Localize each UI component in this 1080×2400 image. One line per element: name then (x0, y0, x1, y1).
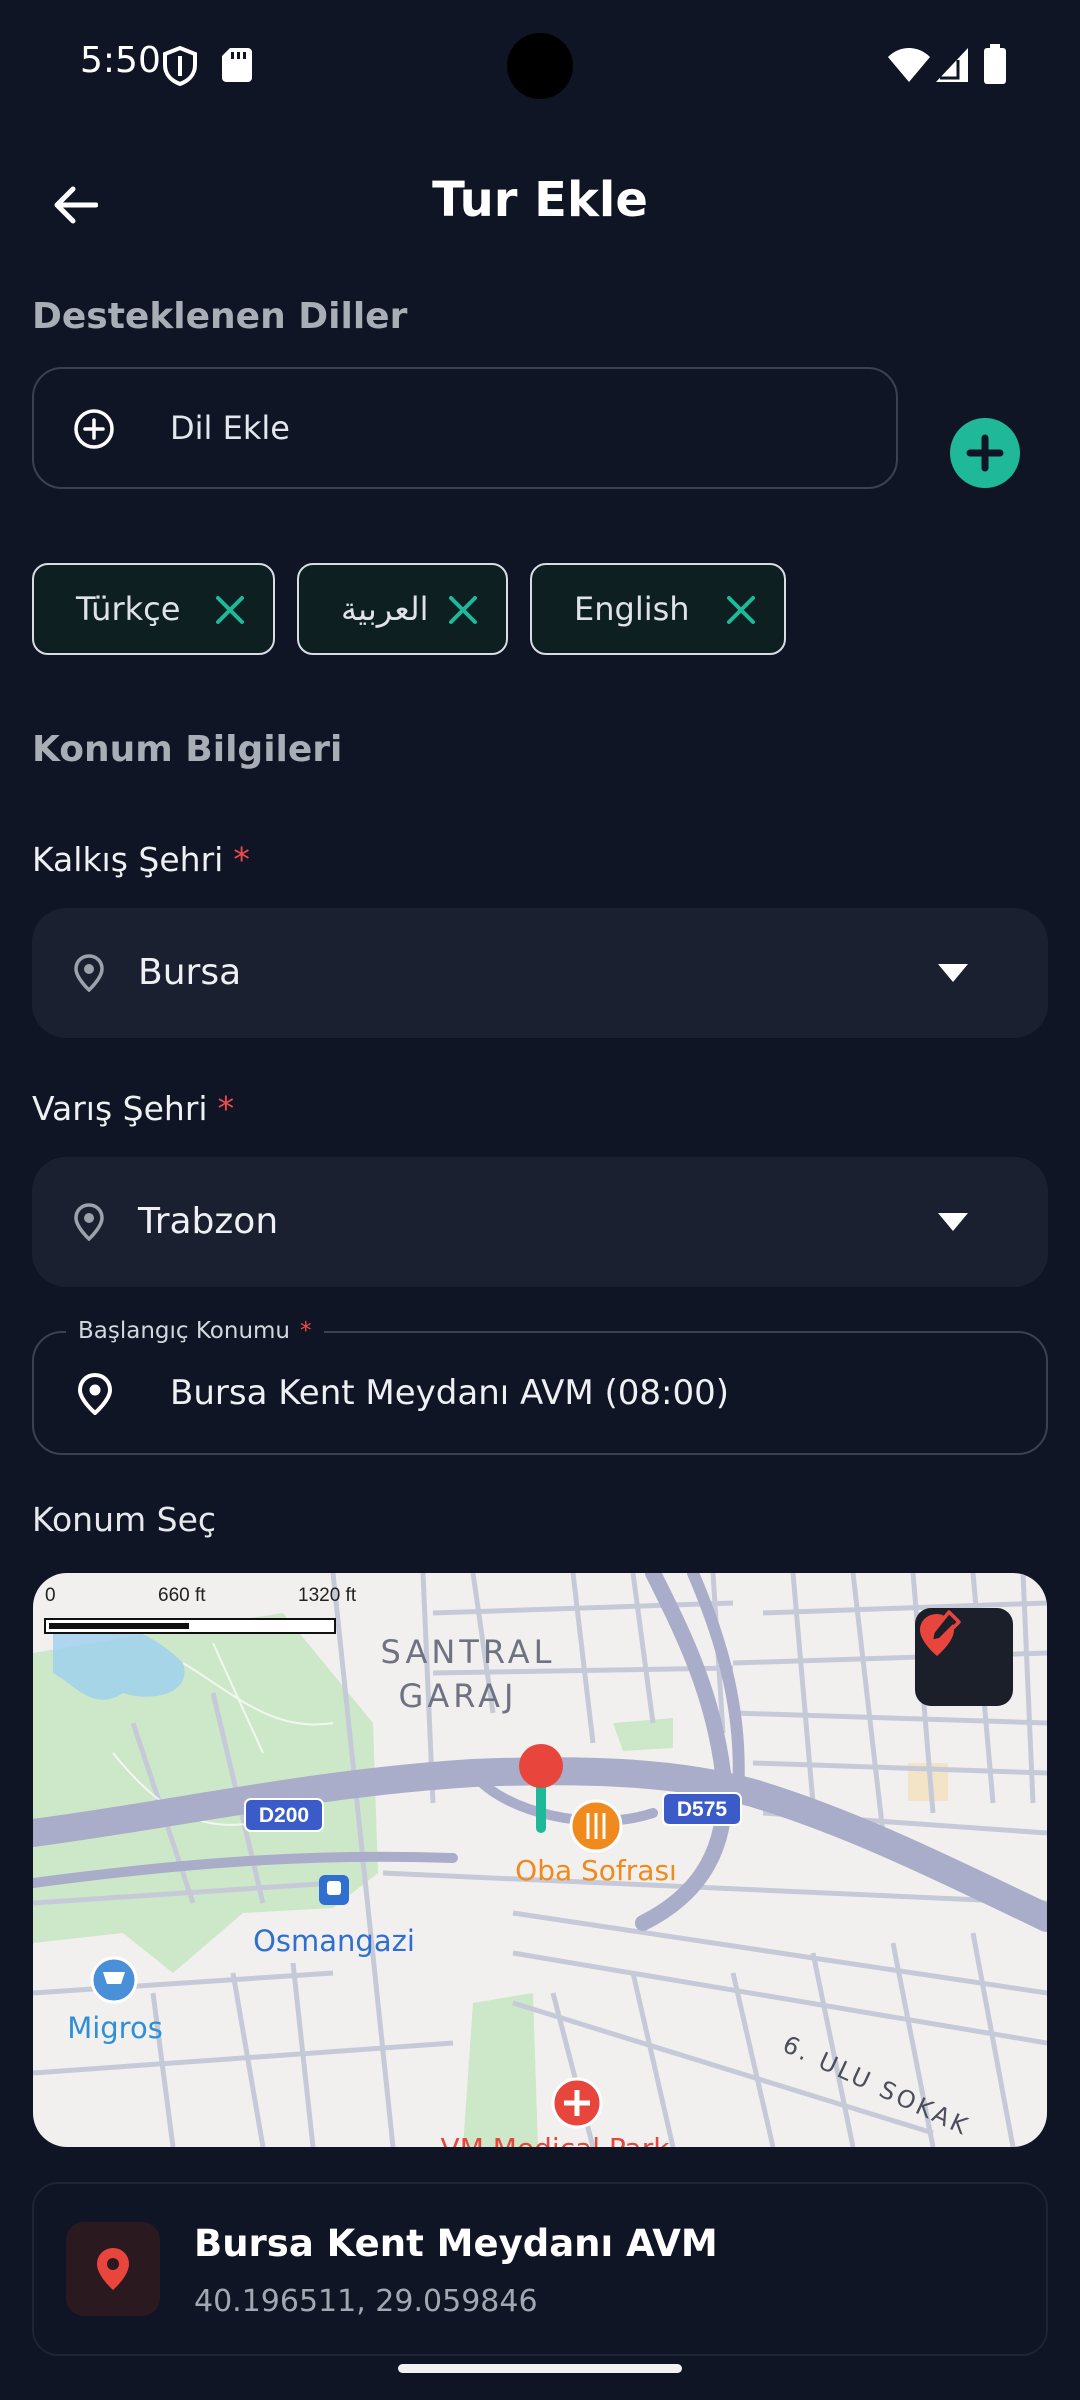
caret-down-icon (938, 1213, 968, 1231)
add-language-button[interactable] (950, 418, 1020, 488)
location-pin-icon (74, 954, 104, 992)
edit-location-icon (920, 1610, 961, 1656)
map-scale-bar: 0 660 ft 1320 ft (44, 1585, 357, 1634)
language-chip-arabic[interactable]: العربية (297, 563, 508, 655)
close-icon[interactable] (726, 595, 756, 625)
map-label-garaj: GARAJ (399, 1677, 518, 1715)
language-chip-label: English (574, 590, 690, 628)
page-title: Tur Ekle (432, 172, 648, 228)
map-road-shield-label: D200 (259, 1804, 309, 1827)
map-label-street: 6. ULU SOKAK (778, 2030, 974, 2141)
map-road-shield-d200: D200 (244, 1798, 324, 1832)
map-label-restaurant: Oba Sofrası (515, 1854, 677, 1887)
language-input[interactable]: Dil Ekle (32, 367, 898, 489)
start-location-label: Başlangıç Konumu * (66, 1318, 324, 1344)
train-station-icon (319, 1875, 349, 1905)
location-map[interactable]: D200 D575 SANTRAL GARAJ Osmangazi Migros (33, 1573, 1047, 2147)
arrival-city-label: Varış Şehri * (32, 1089, 234, 1128)
camera-cutout (507, 33, 573, 99)
location-pin-icon (97, 2248, 129, 2290)
map-scale-label: 0 (45, 1585, 56, 1606)
arrival-city-dropdown[interactable]: Trabzon (32, 1157, 1048, 1287)
map-label-hospital: VM Medical Park (441, 2132, 671, 2147)
home-indicator[interactable] (398, 2364, 682, 2373)
map-scale-label: 1320 ft (298, 1585, 357, 1606)
caret-down-icon (938, 964, 968, 982)
shield-icon (163, 46, 197, 86)
departure-city-label: Kalkış Şehri * (32, 840, 250, 879)
location-pin-icon (78, 1373, 112, 1415)
wifi-icon (888, 48, 930, 82)
add-circle-icon (74, 409, 114, 449)
map-label-migros: Migros (67, 2011, 163, 2045)
location-pin-icon (74, 1203, 104, 1241)
map-road-shield-d575: D575 (662, 1792, 742, 1826)
shopping-cart-icon (90, 1956, 138, 2004)
language-input-placeholder: Dil Ekle (170, 409, 290, 447)
signal-icon (936, 48, 968, 82)
start-location-label-text: Başlangıç Konumu (78, 1318, 291, 1344)
map-label-santral: SANTRAL (381, 1633, 556, 1671)
arrival-city-value: Trabzon (138, 1201, 279, 1242)
language-chip-turkish[interactable]: Türkçe (32, 563, 275, 655)
language-chip-label: Türkçe (76, 590, 181, 628)
tour-add-screen: 5:50 Tur Ekle Desteklenen Diller Dil Ekl… (0, 0, 1080, 2400)
language-chip-label: العربية (341, 590, 429, 628)
arrival-city-label-text: Varış Şehri (32, 1089, 208, 1128)
required-marker: * (300, 1318, 312, 1344)
location-section-title: Konum Bilgileri (32, 729, 343, 770)
start-location-field[interactable]: Bursa Kent Meydanı AVM (08:00) (32, 1331, 1048, 1455)
close-icon[interactable] (215, 595, 245, 625)
selected-location-name: Bursa Kent Meydanı AVM (194, 2222, 718, 2265)
map-park-strip (463, 1993, 538, 2147)
status-time: 5:50 (80, 40, 161, 81)
departure-city-dropdown[interactable]: Bursa (32, 908, 1048, 1038)
required-marker: * (217, 1089, 235, 1128)
start-location-value: Bursa Kent Meydanı AVM (08:00) (170, 1373, 730, 1413)
map-edit-location-button[interactable] (915, 1608, 1013, 1706)
map-road-shield-label: D575 (677, 1798, 728, 1821)
restaurant-icon (569, 1799, 623, 1853)
hospital-icon (551, 2077, 603, 2129)
close-icon[interactable] (448, 595, 478, 625)
location-card-icon-box (66, 2222, 160, 2316)
language-chip-english[interactable]: English (530, 563, 786, 655)
languages-section-title: Desteklenen Diller (32, 296, 408, 337)
selected-location-card[interactable]: Bursa Kent Meydanı AVM 40.196511, 29.059… (32, 2182, 1048, 2356)
map-canvas[interactable]: D200 D575 SANTRAL GARAJ Osmangazi Migros (33, 1573, 1047, 2147)
sd-card-icon (222, 48, 252, 82)
map-park-small (613, 1718, 673, 1751)
departure-city-label-text: Kalkış Şehri (32, 840, 224, 879)
map-scale-label: 660 ft (158, 1585, 206, 1606)
departure-city-value: Bursa (138, 952, 242, 993)
required-marker: * (233, 840, 250, 879)
pick-location-label: Konum Seç (32, 1500, 217, 1539)
battery-icon (984, 44, 1006, 84)
status-bar: 5:50 (0, 0, 1080, 130)
map-label-osmangazi: Osmangazi (253, 1924, 415, 1958)
plus-icon (966, 434, 1004, 472)
selected-location-coords: 40.196511, 29.059846 (194, 2284, 538, 2319)
